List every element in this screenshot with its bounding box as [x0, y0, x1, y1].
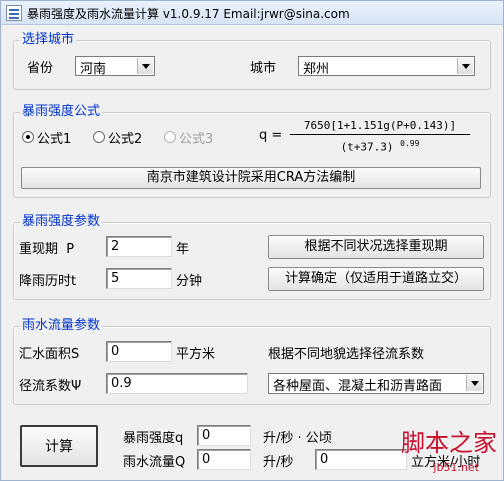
duration-input[interactable]: 5 — [106, 268, 172, 289]
flow-group-legend: 雨水流量参数 — [20, 318, 103, 334]
app-window: 暴雨强度及雨水流量计算 v1.0.9.17 Email:jrwr@sina.co… — [0, 0, 504, 481]
catchment-area-input[interactable]: 0 — [106, 341, 172, 362]
city-label: 城市 — [250, 61, 277, 76]
province-label: 省份 — [27, 61, 54, 76]
city-group: 选择城市 省份 河南 城市 郑州 — [13, 32, 491, 90]
return-period-label: 重现期 P — [19, 242, 75, 257]
return-period-input[interactable]: 2 — [106, 236, 172, 257]
runoff-coef-input[interactable]: 0.9 — [106, 373, 248, 394]
city-value: 郑州 — [303, 62, 330, 77]
window-title: 暴雨强度及雨水流量计算 v1.0.9.17 Email:jrwr@sina.co… — [27, 7, 350, 21]
choose-return-period-button[interactable]: 根据不同状况选择重现期 — [268, 235, 484, 259]
city-group-legend: 选择城市 — [20, 32, 77, 48]
app-icon — [6, 5, 22, 21]
duration-unit: 分钟 — [176, 274, 203, 289]
intensity-result-label: 暴雨强度q — [123, 431, 184, 446]
formula-1-label[interactable]: 公式1 — [37, 128, 71, 147]
formula-1-radio[interactable] — [22, 131, 34, 143]
formula-2-label[interactable]: 公式2 — [108, 128, 142, 147]
duration-label: 降雨历时t — [19, 274, 77, 289]
runoff-coef-label: 径流系数Ψ — [19, 379, 82, 394]
city-select[interactable]: 郑州 — [298, 56, 475, 77]
flow-result-field[interactable]: 0 — [197, 449, 251, 470]
flow-result-label: 雨水流量Q — [123, 455, 186, 470]
confirm-calculation-label: 计算确定（仅适用于道路立交） — [284, 271, 467, 286]
formula-expression: 7650[1+1.151g(P+0.143)] (t+37.3) 0.99 — [290, 118, 470, 154]
surface-type-select[interactable]: 各种屋面、混凝土和沥青路面 — [268, 373, 484, 394]
catchment-area-label: 汇水面积S — [19, 347, 80, 362]
formula-source-text: 南京市建筑设计院采用CRA方法编制 — [146, 170, 356, 185]
surface-type-value: 各种屋面、混凝土和沥青路面 — [273, 379, 443, 394]
title-bar: 暴雨强度及雨水流量计算 v1.0.9.17 Email:jrwr@sina.co… — [1, 1, 503, 25]
formula-fraction-line — [290, 134, 470, 135]
formula-3-label: 公式3 — [179, 132, 214, 147]
params-group: 暴雨强度参数 重现期 P 2 年 降雨历时t 5 分钟 根据不同状况选择重现期 … — [13, 214, 491, 300]
runoff-coef-hint: 根据不同地貌选择径流系数 — [268, 347, 425, 362]
formula-2-radio[interactable] — [93, 131, 105, 143]
formula-source-button[interactable]: 南京市建筑设计院采用CRA方法编制 — [21, 167, 481, 189]
watermark-url: jb51.net — [433, 461, 479, 474]
watermark-logo: 脚本之家 — [401, 429, 497, 457]
formula-lhs: q = — [259, 128, 283, 143]
catchment-area-unit: 平方米 — [176, 347, 216, 362]
province-value: 河南 — [80, 62, 107, 77]
formula-exponent: 0.99 — [400, 139, 420, 148]
formula-group-legend: 暴雨强度公式 — [20, 104, 103, 120]
chevron-down-icon[interactable] — [137, 58, 153, 74]
formula-numerator: 7650[1+1.151g(P+0.143)] — [303, 119, 457, 132]
chevron-down-icon[interactable] — [457, 58, 473, 74]
confirm-calculation-button[interactable]: 计算确定（仅适用于道路立交） — [268, 267, 484, 291]
flow-group: 雨水流量参数 汇水面积S 0 平方米 根据不同地貌选择径流系数 径流系数Ψ 0.… — [13, 318, 491, 405]
params-group-legend: 暴雨强度参数 — [20, 214, 103, 230]
intensity-result-unit: 升/秒 · 公顷 — [263, 431, 332, 446]
formula-3-radio — [164, 131, 176, 143]
calculate-button-label: 计算 — [45, 439, 73, 455]
calculate-button[interactable]: 计算 — [20, 425, 98, 467]
formula-denominator: (t+37.3) — [340, 140, 394, 154]
flow-m3-result-field[interactable]: 0 — [315, 449, 407, 470]
formula-group: 暴雨强度公式 公式1 公式2 公式3 q = 7650[1+1.151g(P+0… — [13, 104, 491, 198]
return-period-unit: 年 — [176, 242, 190, 257]
flow-result-unit: 升/秒 — [263, 455, 294, 470]
choose-return-period-label: 根据不同状况选择重现期 — [304, 239, 448, 254]
intensity-result-field[interactable]: 0 — [197, 425, 251, 446]
chevron-down-icon[interactable] — [466, 375, 482, 391]
province-select[interactable]: 河南 — [75, 56, 155, 77]
